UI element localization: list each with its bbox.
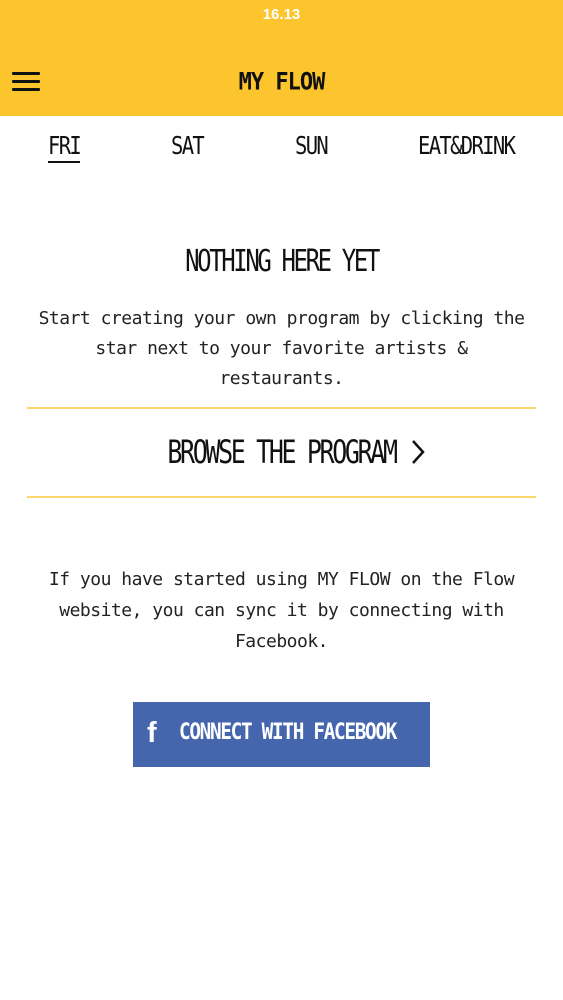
day-tabs: FRI SAT SUN EAT&DRINK	[0, 126, 563, 166]
app-header: 16.13 MY FLOW	[0, 0, 563, 116]
chevron-right-icon	[412, 440, 425, 464]
sync-info-text: If you have started using MY FLOW on the…	[48, 569, 515, 652]
browse-program-button[interactable]: BROWSE THE PROGRAM	[27, 407, 536, 498]
tab-eat-drink[interactable]: EAT&DRINK	[418, 126, 516, 166]
empty-state-title: NOTHING HERE YET	[185, 244, 380, 279]
connect-facebook-label: CONNECT WITH FACEBOOK	[179, 720, 397, 745]
tab-fri[interactable]: FRI	[48, 126, 82, 166]
tab-sun[interactable]: SUN	[295, 126, 329, 166]
facebook-icon: f	[147, 717, 157, 749]
connect-facebook-button[interactable]: f CONNECT WITH FACEBOOK	[133, 702, 430, 767]
empty-state-text: Start creating your own program by click…	[38, 308, 525, 389]
status-bar-time: 16.13	[262, 6, 301, 23]
page-title: MY FLOW	[238, 68, 326, 97]
tab-sat[interactable]: SAT	[171, 126, 205, 166]
